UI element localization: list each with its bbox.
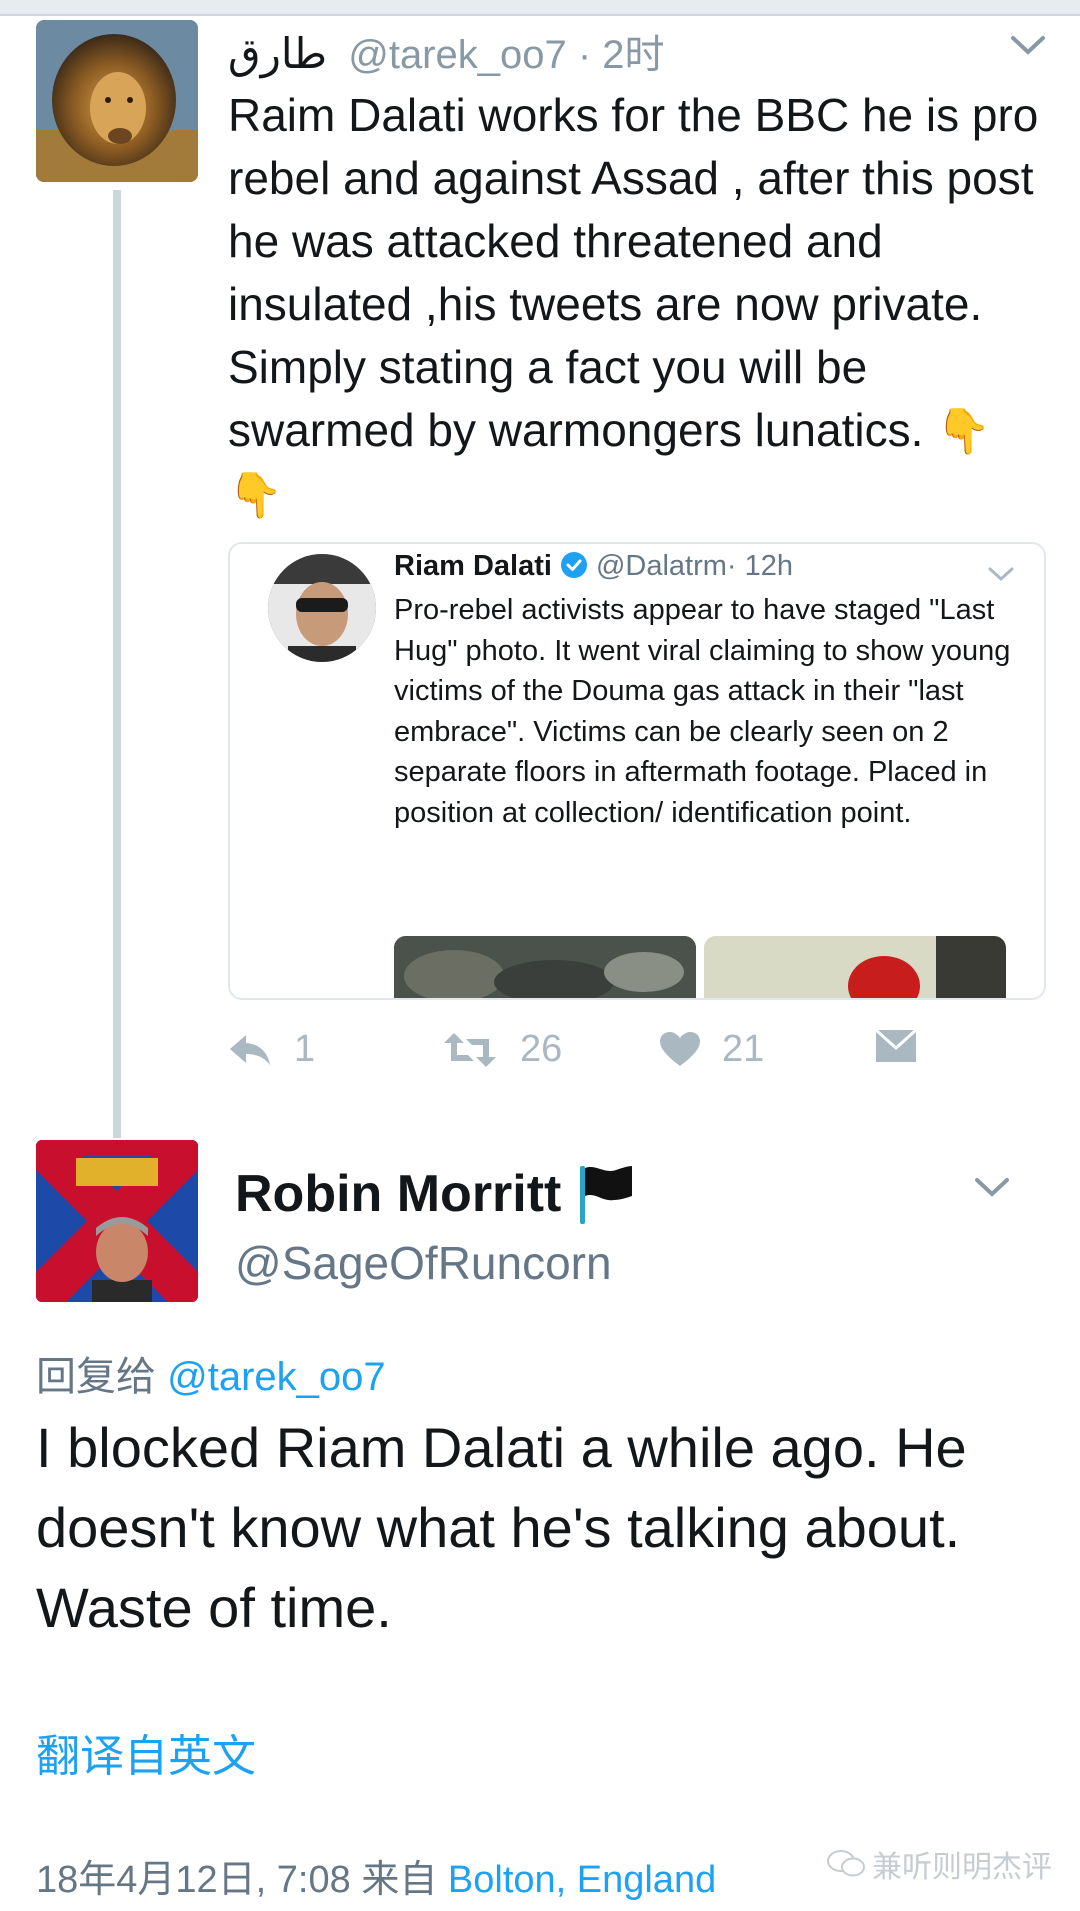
parent-handle[interactable]: @tarek_oo7 — [348, 33, 567, 77]
parent-tweet-header: طارق @tarek_oo7 · 2时 — [228, 22, 665, 80]
retweet-action[interactable]: 26 — [442, 1028, 562, 1071]
dm-action[interactable] — [874, 1028, 918, 1064]
watermark-text: 兼听则明杰评 — [872, 1851, 1052, 1884]
quoted-tweet-card[interactable]: Riam Dalati @Dalatrm· 12h Pro-rebel activ… — [228, 542, 1046, 1000]
dm-icon[interactable] — [874, 1028, 918, 1064]
tweet-meta: 18年4月12日, 7:08 来自 Bolton, England — [36, 1848, 716, 1903]
black-flag-icon — [580, 1166, 632, 1224]
pointing-down-emoji-icon: 👇 — [228, 471, 283, 520]
quoted-avatar[interactable] — [268, 554, 376, 662]
like-action[interactable]: 21 — [660, 1028, 764, 1071]
from-label: 来自 — [361, 1859, 438, 1901]
quoted-tweet-header: Riam Dalati @Dalatrm· 12h — [394, 550, 793, 583]
wechat-icon — [827, 1850, 865, 1877]
chevron-down-icon[interactable] — [1010, 34, 1046, 56]
chevron-down-icon[interactable] — [974, 1176, 1010, 1198]
parent-tweet-body: Raim Dalati works for the BBC he is pro … — [228, 89, 1039, 456]
reply-to-line: 回复给 @tarek_oo7 — [36, 1344, 386, 1402]
reply-author-handle[interactable]: @SageOfRuncorn — [235, 1236, 612, 1290]
quoted-tweet-text: Pro-rebel activists appear to have stage… — [394, 594, 1011, 829]
lion-avatar[interactable] — [36, 20, 198, 182]
tweet-date: 18年4月12日, 7:08 — [36, 1859, 351, 1901]
quoted-handle[interactable]: @Dalatrm — [596, 550, 727, 582]
location-link[interactable]: Bolton, England — [448, 1859, 716, 1901]
parent-time: · 2时 — [577, 33, 665, 77]
reply-tweet-text: I blocked Riam Dalati a while ago. He do… — [36, 1416, 967, 1639]
verified-badge-icon — [560, 552, 587, 578]
pointing-down-emoji-icon: 👇 — [936, 407, 991, 456]
quoted-name[interactable]: Riam Dalati — [394, 550, 552, 582]
translate-link[interactable]: 翻译自英文 — [36, 1720, 256, 1784]
reply-count: 1 — [294, 1028, 316, 1070]
quoted-photo-1[interactable] — [394, 936, 696, 998]
reply-to-label: 回复给 — [36, 1355, 156, 1399]
parent-display-name[interactable]: طارق — [228, 30, 327, 77]
reply-author-name[interactable]: Robin Morritt — [235, 1164, 561, 1224]
retweet-count: 26 — [520, 1028, 563, 1070]
chevron-down-icon[interactable] — [988, 566, 1014, 582]
parent-tweet-text: Raim Dalati works for the BBC he is pro … — [228, 84, 1058, 527]
reply-icon[interactable] — [228, 1033, 272, 1067]
quoted-photo-2[interactable] — [704, 936, 1006, 998]
thread-line — [113, 190, 121, 1138]
top-divider — [0, 0, 1080, 16]
like-icon[interactable] — [660, 1031, 700, 1068]
quoted-time: · 12h — [726, 550, 794, 582]
robin-avatar[interactable] — [36, 1140, 198, 1302]
retweet-icon[interactable] — [442, 1031, 498, 1069]
reply-to-mention[interactable]: @tarek_oo7 — [167, 1355, 386, 1399]
reply-action[interactable]: 1 — [228, 1028, 315, 1071]
like-count: 21 — [722, 1028, 765, 1070]
watermark: 兼听则明杰评 — [826, 1842, 1052, 1886]
